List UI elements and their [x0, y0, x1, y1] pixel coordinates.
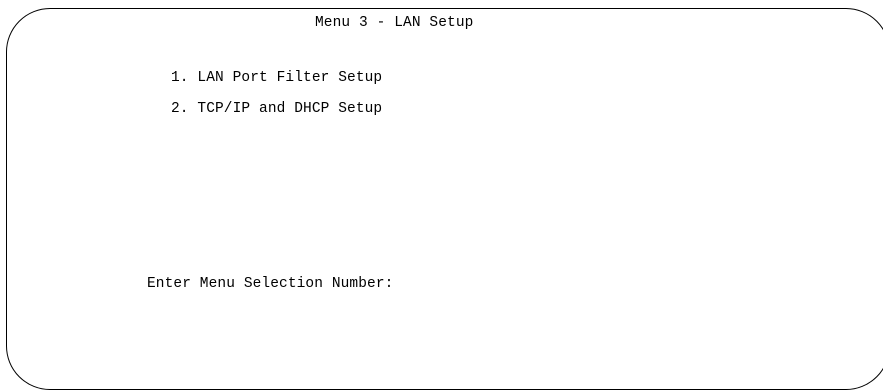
- menu-selection-input[interactable]: [462, 276, 502, 293]
- menu-title: Menu 3 - LAN Setup: [315, 15, 474, 31]
- menu-selection-prompt: Enter Menu Selection Number:: [147, 276, 394, 292]
- menu-item-tcpip-dhcp-setup[interactable]: 2. TCP/IP and DHCP Setup: [171, 101, 382, 118]
- menu-item-lan-port-filter-setup[interactable]: 1. LAN Port Filter Setup: [171, 70, 382, 87]
- terminal-window-frame: [6, 8, 883, 390]
